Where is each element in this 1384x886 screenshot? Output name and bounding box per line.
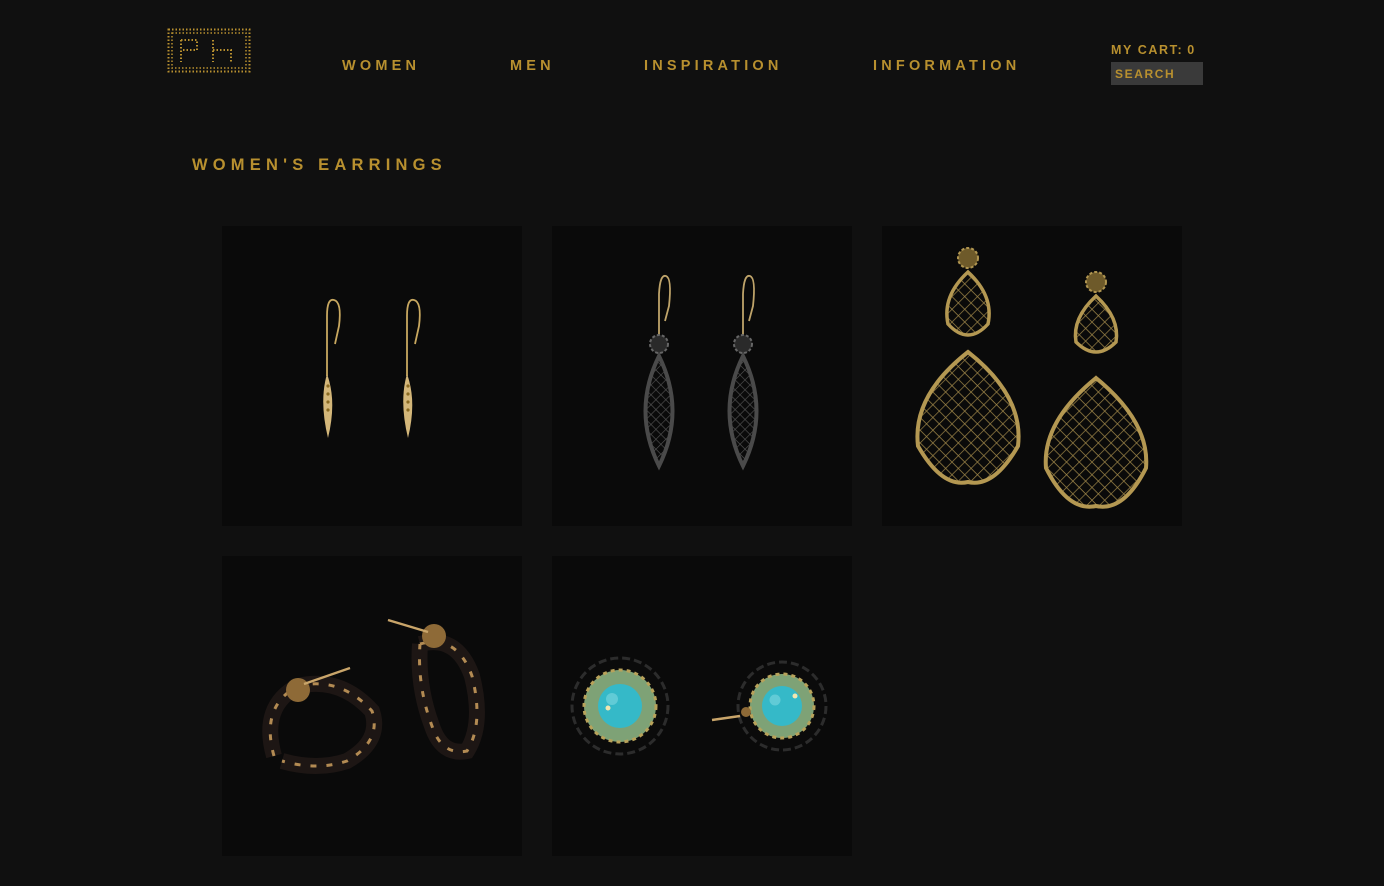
twisted-black-gold-hoop-earrings-image bbox=[262, 618, 485, 774]
turquoise-flower-stud-earrings-image bbox=[570, 656, 828, 756]
oxidized-lattice-drop-earrings-image bbox=[643, 274, 759, 471]
nav-women[interactable]: WOMEN bbox=[342, 58, 420, 74]
cart-label: MY CART: bbox=[1111, 43, 1184, 57]
nav-information[interactable]: INFORMATION bbox=[873, 58, 1020, 74]
gold-lattice-chandelier-earrings-image bbox=[915, 247, 1149, 509]
gold-leaf-drop-earrings-image bbox=[323, 298, 421, 438]
cart-link[interactable]: MY CART: 0 bbox=[1111, 43, 1196, 57]
product-tile[interactable] bbox=[552, 556, 852, 856]
cart-count: 0 bbox=[1187, 43, 1196, 57]
page-title: WOMEN'S EARRINGS bbox=[192, 156, 447, 174]
ph-logo-icon[interactable] bbox=[167, 28, 251, 73]
nav-men[interactable]: MEN bbox=[510, 58, 555, 74]
search-input[interactable] bbox=[1111, 62, 1203, 85]
product-tile[interactable] bbox=[882, 226, 1182, 526]
product-tile[interactable] bbox=[552, 226, 852, 526]
product-tile[interactable] bbox=[222, 226, 522, 526]
nav-inspiration[interactable]: INSPIRATION bbox=[644, 58, 783, 74]
product-tile[interactable] bbox=[222, 556, 522, 856]
